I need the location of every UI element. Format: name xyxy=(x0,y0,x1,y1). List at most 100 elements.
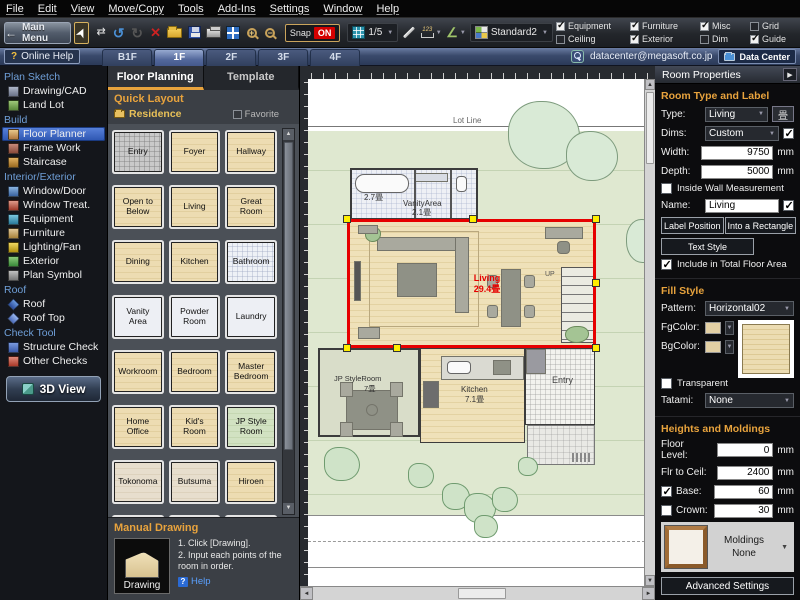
room-button[interactable]: Vanity Area xyxy=(114,297,162,337)
tatami-unit-button[interactable]: 畳 xyxy=(772,106,794,122)
zoom-out-button[interactable]: − xyxy=(262,22,278,44)
fg-color-dropdown[interactable]: ▼ xyxy=(725,321,734,335)
selection-handle[interactable] xyxy=(592,215,600,223)
scroll-up-icon[interactable]: ▲ xyxy=(283,129,294,140)
depth-input[interactable]: 5000 xyxy=(701,165,773,179)
angle-tool-button[interactable]: ∠ ▼ xyxy=(445,22,467,44)
save-button[interactable] xyxy=(186,22,202,44)
pattern-dropdown[interactable]: Horizontal02 xyxy=(705,301,794,316)
delete-button[interactable]: ✕ xyxy=(148,22,164,44)
scrollbar-thumb[interactable] xyxy=(284,142,293,450)
fit-view-button[interactable] xyxy=(225,22,241,44)
cushion[interactable] xyxy=(390,382,403,397)
room-button[interactable]: Kid's Room xyxy=(171,407,219,447)
selection-handle[interactable] xyxy=(393,344,401,352)
menu-tools[interactable]: Tools xyxy=(178,3,204,15)
sidebar-item-equipment[interactable]: Equipment xyxy=(2,212,105,226)
inside-wall-checkbox[interactable]: Inside Wall Measurement xyxy=(661,183,794,194)
canvas-horizontal-scrollbar[interactable]: ◄ ► xyxy=(300,586,655,600)
floor-tab[interactable]: 1F xyxy=(154,49,204,66)
snap-toggle[interactable]: Snap ON xyxy=(285,24,341,42)
room-button[interactable]: Living xyxy=(171,187,219,227)
floor-plan-canvas[interactable]: Lot Line 2.7畳 Vanit xyxy=(300,66,655,600)
favorite-checkbox[interactable]: Favorite xyxy=(233,109,293,120)
sidebar-item-furniture[interactable]: Furniture xyxy=(2,226,105,240)
sidebar-item-structure-check[interactable]: Structure Check xyxy=(2,340,105,354)
online-help-button[interactable]: ? Online Help xyxy=(4,49,80,64)
dims-dropdown[interactable]: Custom xyxy=(705,126,779,141)
move-tool-button[interactable]: ⇄ xyxy=(92,22,108,44)
sidebar-item-drawing-cad[interactable]: Drawing/CAD xyxy=(2,84,105,98)
selection-handle[interactable] xyxy=(592,344,600,352)
kitchen[interactable]: Kitchen 7.1畳 xyxy=(420,348,525,443)
cushion[interactable] xyxy=(340,422,353,437)
menu-add-ins[interactable]: Add-Ins xyxy=(218,3,256,15)
room-button[interactable]: Bathroom xyxy=(227,242,275,282)
refrigerator[interactable] xyxy=(423,381,439,408)
data-center-button[interactable]: Data Center xyxy=(718,49,796,64)
floor-level-input[interactable]: 0 xyxy=(717,443,773,457)
selection-handle[interactable] xyxy=(343,344,351,352)
cushion[interactable] xyxy=(390,422,403,437)
room-type-dropdown[interactable]: Living xyxy=(705,107,768,122)
sidebar-item-window-door[interactable]: Window/Door xyxy=(2,184,105,198)
base-checkbox[interactable] xyxy=(661,486,672,497)
desk-chair[interactable] xyxy=(557,241,570,254)
menu-settings[interactable]: Settings xyxy=(270,3,310,15)
menu-window[interactable]: Window xyxy=(323,3,362,15)
room-button[interactable]: Butsuma xyxy=(171,462,219,502)
room-button[interactable]: JP Style Room xyxy=(227,407,275,447)
layer-checkbox[interactable]: Ceiling xyxy=(556,33,626,46)
transparent-checkbox[interactable]: Transparent xyxy=(661,378,794,389)
into-rectangle-button[interactable]: Into a Rectangle xyxy=(725,217,797,234)
advanced-settings-button[interactable]: Advanced Settings xyxy=(661,577,794,595)
floor-to-ceiling-input[interactable]: 2400 xyxy=(717,466,773,480)
menu-edit[interactable]: Edit xyxy=(38,3,57,15)
moldings-selector[interactable]: Moldings None ▼ xyxy=(661,522,794,572)
sidebar-item-roof[interactable]: Roof xyxy=(2,297,105,311)
text-style-button[interactable]: Text Style xyxy=(661,238,754,255)
grid-scale-dropdown[interactable]: 1/5 ▼ xyxy=(347,23,398,42)
layer-checkbox[interactable]: Grid xyxy=(750,20,794,33)
crown-checkbox[interactable] xyxy=(661,505,672,516)
floor-tab[interactable]: 2F xyxy=(206,49,256,66)
dims-checkbox[interactable] xyxy=(783,128,794,139)
layer-checkbox[interactable]: Furniture xyxy=(630,20,696,33)
category-residence[interactable]: Residence xyxy=(129,108,182,120)
entry-room[interactable]: Entry xyxy=(525,348,595,425)
room-name-input[interactable]: Living xyxy=(705,199,779,213)
room-button[interactable]: Kitchen xyxy=(171,242,219,282)
layer-checkbox[interactable]: Guide xyxy=(750,33,794,46)
sidebar-item-staircase[interactable]: Staircase xyxy=(2,155,105,169)
layer-checkbox[interactable]: Equipment xyxy=(556,20,626,33)
room-button[interactable]: Great Room xyxy=(227,187,275,227)
drawing-paper[interactable]: Lot Line 2.7畳 Vanit xyxy=(308,79,645,586)
menu-file[interactable]: File xyxy=(6,3,24,15)
room-button[interactable]: Home Office xyxy=(114,407,162,447)
include-floor-area-checkbox[interactable]: Include in Total Floor Area xyxy=(661,259,794,270)
tatami-dropdown[interactable]: None xyxy=(705,393,794,408)
panel-scrollbar[interactable]: ▲ ▼ xyxy=(282,128,295,515)
room-button[interactable]: Laundry xyxy=(227,297,275,337)
scroll-up-icon[interactable]: ▲ xyxy=(645,79,655,90)
room-button[interactable]: Workroom xyxy=(114,352,162,392)
scroll-down-icon[interactable]: ▼ xyxy=(645,575,655,586)
sidebar-item-frame-work[interactable]: Frame Work xyxy=(2,141,105,155)
chair[interactable] xyxy=(524,275,535,288)
main-menu-button[interactable]: ← Main Menu xyxy=(4,22,71,44)
room-button[interactable]: Hiroen xyxy=(227,462,275,502)
cabinet[interactable] xyxy=(358,327,380,339)
collapse-panel-button[interactable]: ▶ xyxy=(783,68,797,81)
room-button[interactable]: Powder Room xyxy=(171,297,219,337)
view-3d-button[interactable]: 3D View xyxy=(6,376,101,402)
scroll-down-icon[interactable]: ▼ xyxy=(283,503,294,514)
chair[interactable] xyxy=(524,305,535,318)
canvas-vertical-scrollbar[interactable]: ▲ ▼ xyxy=(644,79,655,586)
select-tool-button[interactable]: ➤ xyxy=(74,22,90,44)
coffee-table[interactable] xyxy=(397,263,437,297)
menu-view[interactable]: View xyxy=(71,3,95,15)
help-link[interactable]: ? Help xyxy=(178,576,293,588)
style-dropdown[interactable]: Standard2 ▼ xyxy=(470,23,553,42)
sidebar-item-other-checks[interactable]: Other Checks xyxy=(2,354,105,368)
room-button[interactable]: Dining xyxy=(114,242,162,282)
